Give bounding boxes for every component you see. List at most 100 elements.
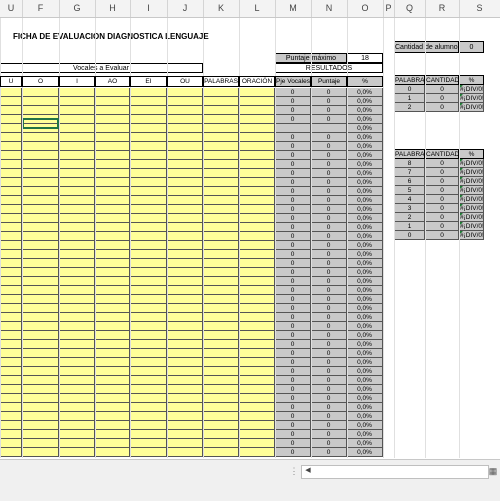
input-cell[interactable] bbox=[22, 187, 59, 196]
input-cell[interactable] bbox=[130, 187, 167, 196]
input-cell[interactable] bbox=[0, 250, 22, 259]
input-cell[interactable] bbox=[203, 232, 239, 241]
input-cell[interactable] bbox=[59, 349, 95, 358]
input-cell[interactable] bbox=[0, 421, 22, 430]
input-cell[interactable] bbox=[239, 97, 275, 106]
input-cell[interactable] bbox=[22, 88, 59, 97]
input-cell[interactable] bbox=[239, 106, 275, 115]
input-cell[interactable] bbox=[167, 430, 203, 439]
input-cell[interactable] bbox=[95, 133, 130, 142]
input-cell[interactable] bbox=[59, 259, 95, 268]
error-indicator-icon[interactable] bbox=[460, 231, 463, 234]
input-cell[interactable] bbox=[167, 376, 203, 385]
input-cell[interactable] bbox=[203, 295, 239, 304]
error-indicator-icon[interactable] bbox=[460, 85, 463, 88]
input-cell[interactable] bbox=[239, 124, 275, 133]
input-cell[interactable] bbox=[167, 124, 203, 133]
input-cell[interactable] bbox=[203, 367, 239, 376]
input-cell[interactable] bbox=[59, 322, 95, 331]
input-cell[interactable] bbox=[239, 385, 275, 394]
input-cell[interactable] bbox=[167, 88, 203, 97]
input-cell[interactable] bbox=[95, 385, 130, 394]
selected-cell[interactable] bbox=[22, 118, 59, 129]
input-cell[interactable] bbox=[59, 124, 95, 133]
input-cell[interactable] bbox=[59, 169, 95, 178]
input-cell[interactable] bbox=[130, 133, 167, 142]
input-cell[interactable] bbox=[167, 367, 203, 376]
input-cell[interactable] bbox=[130, 250, 167, 259]
input-cell[interactable] bbox=[167, 160, 203, 169]
input-cell[interactable] bbox=[95, 295, 130, 304]
input-cell[interactable] bbox=[203, 259, 239, 268]
input-cell[interactable] bbox=[203, 394, 239, 403]
input-cell[interactable] bbox=[59, 340, 95, 349]
input-cell[interactable] bbox=[95, 304, 130, 313]
input-cell[interactable] bbox=[239, 322, 275, 331]
error-indicator-icon[interactable] bbox=[460, 186, 463, 189]
input-cell[interactable] bbox=[167, 358, 203, 367]
input-cell[interactable] bbox=[203, 97, 239, 106]
input-cell[interactable] bbox=[239, 115, 275, 124]
column-header-n[interactable]: N bbox=[311, 0, 348, 17]
input-cell[interactable] bbox=[167, 394, 203, 403]
input-cell[interactable] bbox=[167, 340, 203, 349]
input-cell[interactable] bbox=[167, 142, 203, 151]
input-cell[interactable] bbox=[0, 133, 22, 142]
input-cell[interactable] bbox=[130, 367, 167, 376]
input-cell[interactable] bbox=[59, 223, 95, 232]
input-cell[interactable] bbox=[0, 214, 22, 223]
error-indicator-icon[interactable] bbox=[460, 177, 463, 180]
input-cell[interactable] bbox=[22, 358, 59, 367]
input-cell[interactable] bbox=[130, 322, 167, 331]
input-cell[interactable] bbox=[59, 358, 95, 367]
input-cell[interactable] bbox=[239, 349, 275, 358]
input-cell[interactable] bbox=[95, 349, 130, 358]
input-cell[interactable] bbox=[0, 376, 22, 385]
input-cell[interactable] bbox=[0, 322, 22, 331]
input-cell[interactable] bbox=[22, 421, 59, 430]
input-cell[interactable] bbox=[22, 259, 59, 268]
input-cell[interactable] bbox=[95, 214, 130, 223]
column-header-j[interactable]: J bbox=[167, 0, 204, 17]
input-cell[interactable] bbox=[167, 106, 203, 115]
input-cell[interactable] bbox=[95, 331, 130, 340]
input-cell[interactable] bbox=[239, 313, 275, 322]
input-cell[interactable] bbox=[59, 412, 95, 421]
column-header-u[interactable]: U bbox=[0, 0, 23, 17]
input-cell[interactable] bbox=[167, 286, 203, 295]
input-cell[interactable] bbox=[239, 367, 275, 376]
input-cell[interactable] bbox=[59, 142, 95, 151]
input-cell[interactable] bbox=[59, 430, 95, 439]
input-cell[interactable] bbox=[95, 394, 130, 403]
input-cell[interactable] bbox=[130, 142, 167, 151]
input-cell[interactable] bbox=[130, 385, 167, 394]
error-indicator-icon[interactable] bbox=[460, 195, 463, 198]
input-cell[interactable] bbox=[203, 304, 239, 313]
input-cell[interactable] bbox=[95, 367, 130, 376]
input-cell[interactable] bbox=[203, 133, 239, 142]
input-cell[interactable] bbox=[239, 358, 275, 367]
input-cell[interactable] bbox=[239, 187, 275, 196]
input-cell[interactable] bbox=[0, 160, 22, 169]
input-cell[interactable] bbox=[0, 295, 22, 304]
column-header-g[interactable]: G bbox=[59, 0, 96, 17]
input-cell[interactable] bbox=[0, 151, 22, 160]
input-cell[interactable] bbox=[203, 160, 239, 169]
input-cell[interactable] bbox=[130, 403, 167, 412]
input-cell[interactable] bbox=[0, 88, 22, 97]
error-indicator-icon[interactable] bbox=[460, 204, 463, 207]
input-cell[interactable] bbox=[167, 196, 203, 205]
column-header-f[interactable]: F bbox=[22, 0, 60, 17]
input-cell[interactable] bbox=[22, 331, 59, 340]
input-cell[interactable] bbox=[130, 160, 167, 169]
input-cell[interactable] bbox=[95, 286, 130, 295]
input-cell[interactable] bbox=[59, 448, 95, 457]
input-cell[interactable] bbox=[203, 115, 239, 124]
input-cell[interactable] bbox=[59, 277, 95, 286]
input-cell[interactable] bbox=[22, 142, 59, 151]
input-cell[interactable] bbox=[203, 403, 239, 412]
input-cell[interactable] bbox=[0, 259, 22, 268]
input-cell[interactable] bbox=[95, 142, 130, 151]
input-cell[interactable] bbox=[95, 169, 130, 178]
input-cell[interactable] bbox=[239, 430, 275, 439]
